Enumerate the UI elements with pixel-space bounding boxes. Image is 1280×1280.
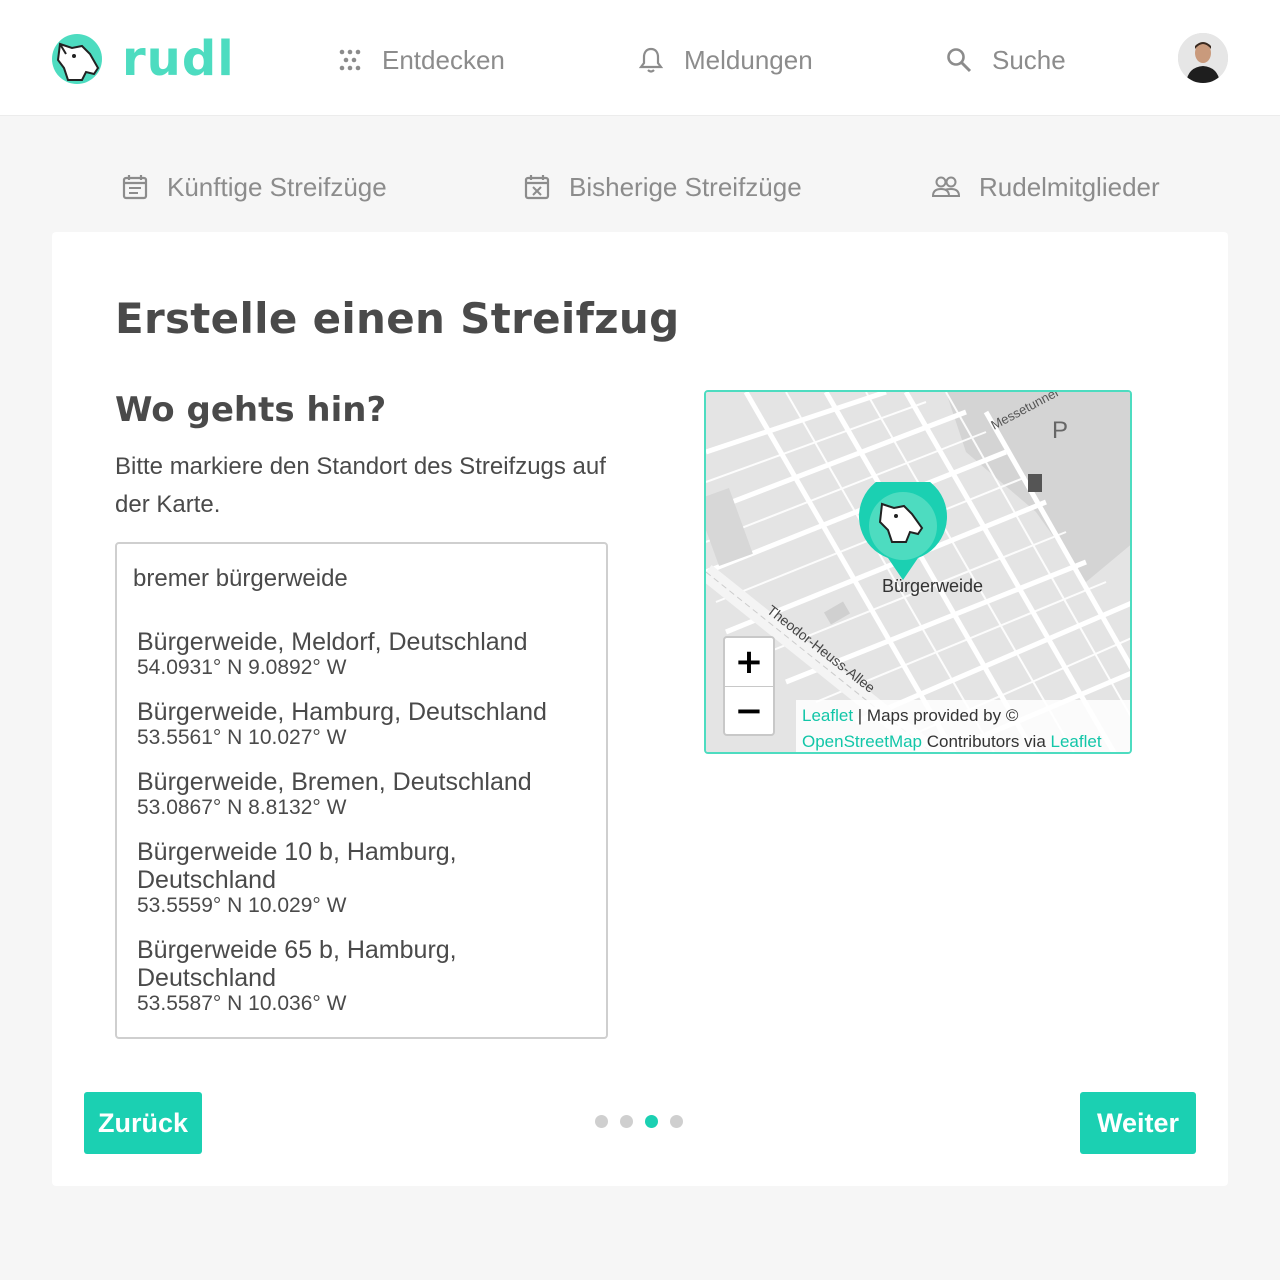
calendar-list-icon [122,175,148,200]
attribution-text: | Maps provided by © [853,706,1019,725]
avatar[interactable] [1178,33,1228,83]
nav-search-label: Suche [992,44,1066,75]
tab-upcoming-trips[interactable]: Künftige Streifzüge [121,166,387,208]
zoom-in-button[interactable]: + [725,638,773,686]
next-button[interactable]: Weiter [1080,1092,1196,1154]
leaflet-link[interactable]: Leaflet [802,706,853,725]
step-dot [620,1115,633,1128]
bell-icon [638,47,664,73]
result-name: Bürgerweide 65 b, Hamburg, Deutschland [137,936,457,992]
back-button[interactable]: Zurück [84,1092,202,1154]
zoom-out-button[interactable]: − [725,686,773,734]
search-results-list: Bürgerweide, Meldorf, Deutschland 54.093… [137,628,577,1034]
grid-dots-icon [339,49,361,71]
calendar-x-icon [524,175,550,200]
wolf-logo-icon [52,34,102,84]
logo[interactable]: rudl [52,34,235,84]
location-search-box: Bürgerweide, Meldorf, Deutschland 54.093… [115,542,608,1039]
attribution-text-via: Contributors via [922,732,1051,751]
map-marker-label: Bürgerweide [882,576,984,596]
result-name: Bürgerweide 10 b, Hamburg, Deutschland [137,838,457,894]
step-dot-active [645,1115,658,1128]
nav-search[interactable]: Suche [946,40,1066,80]
tab-past-trips-label: Bisherige Streifzüge [569,171,802,202]
result-coords: 54.0931° N 9.0892° W [137,656,347,679]
result-name: Bürgerweide, Bremen, Deutschland [137,768,532,796]
tab-upcoming-trips-label: Künftige Streifzüge [167,171,387,202]
nav-notifications[interactable]: Meldungen [638,40,813,80]
nav-discover-label: Entdecken [382,44,505,75]
location-pin-icon[interactable] [858,482,948,582]
step-dot [595,1115,608,1128]
search-result-item[interactable]: Bürgerweide, Bremen, Deutschland 53.0867… [137,768,577,820]
result-coords: 53.0867° N 8.8132° W [137,796,347,819]
create-trip-card: Erstelle einen Streifzug Wo gehts hin? B… [52,232,1228,1186]
step-indicator [595,1115,695,1128]
search-result-item[interactable]: Bürgerweide, Meldorf, Deutschland 54.093… [137,628,577,680]
leaflet-link-2[interactable]: Leaflet [1051,732,1102,751]
zoom-control: + − [723,636,775,736]
section-title: Wo gehts hin? [115,390,387,430]
openstreetmap-link[interactable]: OpenStreetMap [802,732,922,751]
result-name: Bürgerweide, Hamburg, Deutschland [137,698,547,726]
tab-past-trips[interactable]: Bisherige Streifzüge [523,166,802,208]
step-dot [670,1115,683,1128]
top-bar: rudl Entdecken Meldungen Suche [0,0,1280,116]
result-coords: 53.5559° N 10.029° W [137,894,347,917]
map-parking-label: P [1052,417,1068,444]
users-icon [931,176,961,197]
result-coords: 53.5587° N 10.036° W [137,992,347,1015]
search-icon [947,48,972,73]
tab-pack-members-label: Rudelmitglieder [979,171,1160,202]
result-name: Bürgerweide, Meldorf, Deutschland [137,628,528,656]
location-map[interactable]: Messetunnel P Theodor-Heuss-Allee Bürger… [704,390,1132,754]
app-name: rudl [122,31,235,87]
nav-discover[interactable]: Entdecken [338,40,505,80]
search-result-item[interactable]: Bürgerweide, Hamburg, Deutschland 53.556… [137,698,577,750]
search-result-item[interactable]: Bürgerweide 65 b, Hamburg, Deutschland 5… [137,936,577,1016]
page-title: Erstelle einen Streifzug [115,294,680,343]
location-search-input[interactable] [133,562,583,596]
map-attribution: Leaflet | Maps provided by © OpenStreetM… [796,700,1130,752]
nav-notifications-label: Meldungen [684,44,813,75]
result-coords: 53.5561° N 10.027° W [137,726,347,749]
instructions-text: Bitte markiere den Standort des Streifzu… [115,453,606,518]
tab-pack-members[interactable]: Rudelmitglieder [931,166,1160,208]
search-result-item[interactable]: Bürgerweide 10 b, Hamburg, Deutschland 5… [137,838,577,918]
